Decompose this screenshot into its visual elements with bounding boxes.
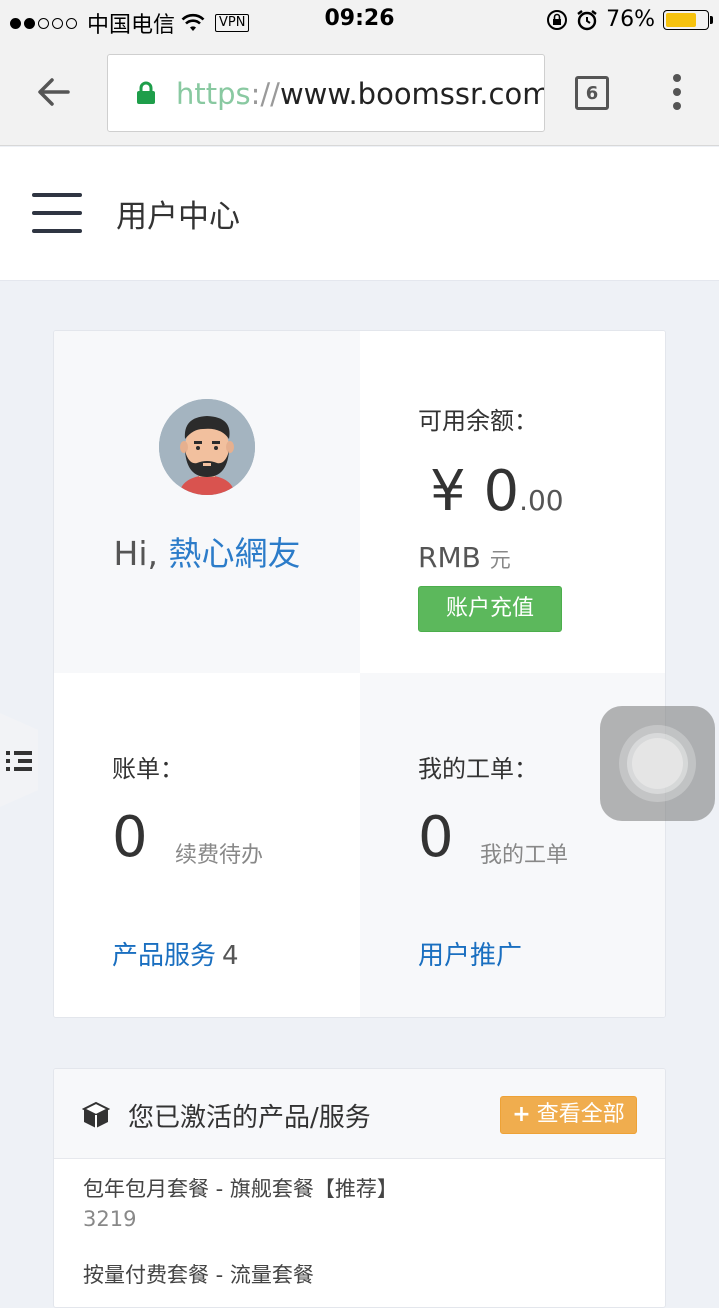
- page-title: 用户中心: [116, 199, 240, 235]
- battery-icon: [663, 9, 713, 30]
- view-all-button[interactable]: + 查看全部: [500, 1096, 637, 1134]
- balance-panel: 可用余额： ¥ 0.00 RMB 元 账户充值: [360, 331, 665, 673]
- greeting: Hi, 熱心網友: [54, 527, 360, 575]
- bills-label: 账单：: [112, 755, 184, 783]
- dashboard-card: Hi, 熱心網友 可用余额： ¥ 0.00 RMB 元 账户充值 账单： 0 续…: [53, 330, 666, 1018]
- product-item[interactable]: 按量付费套餐 - 流量套餐: [83, 1259, 314, 1289]
- profile-panel: Hi, 熱心網友: [54, 331, 360, 673]
- tab-switcher-button[interactable]: 6: [575, 76, 609, 110]
- list-icon: [6, 751, 32, 771]
- product-services-link[interactable]: 产品服务 4: [112, 935, 239, 972]
- url-text: https://www.boomssr.com: [176, 77, 545, 111]
- tickets-count: 0: [418, 805, 454, 870]
- status-right: 76%: [546, 7, 713, 32]
- username-link[interactable]: 熱心網友: [168, 534, 300, 573]
- avatar: [159, 399, 255, 495]
- assistive-touch-button[interactable]: [600, 706, 715, 821]
- bills-count: 0: [112, 805, 148, 870]
- avatar-image: [159, 399, 255, 495]
- cube-icon: [82, 1101, 110, 1128]
- rotation-lock-icon: [547, 9, 568, 30]
- page-header: 用户中心: [0, 147, 719, 281]
- active-products-title: 您已激活的产品/服务: [128, 1103, 371, 1133]
- alarm-icon: [577, 9, 597, 30]
- battery-percent: 76%: [606, 7, 655, 32]
- overflow-menu-icon[interactable]: [672, 74, 682, 110]
- hamburger-menu-icon[interactable]: [32, 193, 82, 233]
- balance-unit: RMB 元: [418, 541, 511, 574]
- user-referral-link[interactable]: 用户推广: [418, 935, 522, 972]
- balance-amount: ¥ 0.00: [430, 459, 564, 524]
- bills-panel: 账单： 0 续费待办 产品服务 4: [54, 673, 360, 1017]
- address-bar[interactable]: https://www.boomssr.com: [107, 54, 545, 132]
- back-arrow-icon[interactable]: [34, 72, 74, 112]
- greeting-prefix: Hi,: [113, 534, 169, 573]
- recharge-button[interactable]: 账户充值: [418, 586, 562, 632]
- side-drawer-tab[interactable]: [0, 713, 38, 807]
- balance-label: 可用余额：: [418, 407, 538, 435]
- product-item[interactable]: 包年包月套餐 - 旗舰套餐【推荐】 3219: [83, 1173, 398, 1231]
- active-products-header: 您已激活的产品/服务 + 查看全部: [54, 1069, 665, 1159]
- lock-icon: [137, 81, 155, 104]
- bills-sub-label[interactable]: 续费待办: [175, 837, 263, 869]
- browser-toolbar: https://www.boomssr.com 6: [0, 40, 719, 146]
- active-products-card: 您已激活的产品/服务 + 查看全部 包年包月套餐 - 旗舰套餐【推荐】 3219 …: [53, 1068, 666, 1308]
- tickets-label: 我的工单：: [418, 755, 538, 783]
- status-bar: 中国电信 VPN 09:26 76%: [0, 0, 719, 40]
- tickets-sub-label[interactable]: 我的工单: [480, 837, 568, 869]
- plus-icon: +: [512, 1102, 531, 1127]
